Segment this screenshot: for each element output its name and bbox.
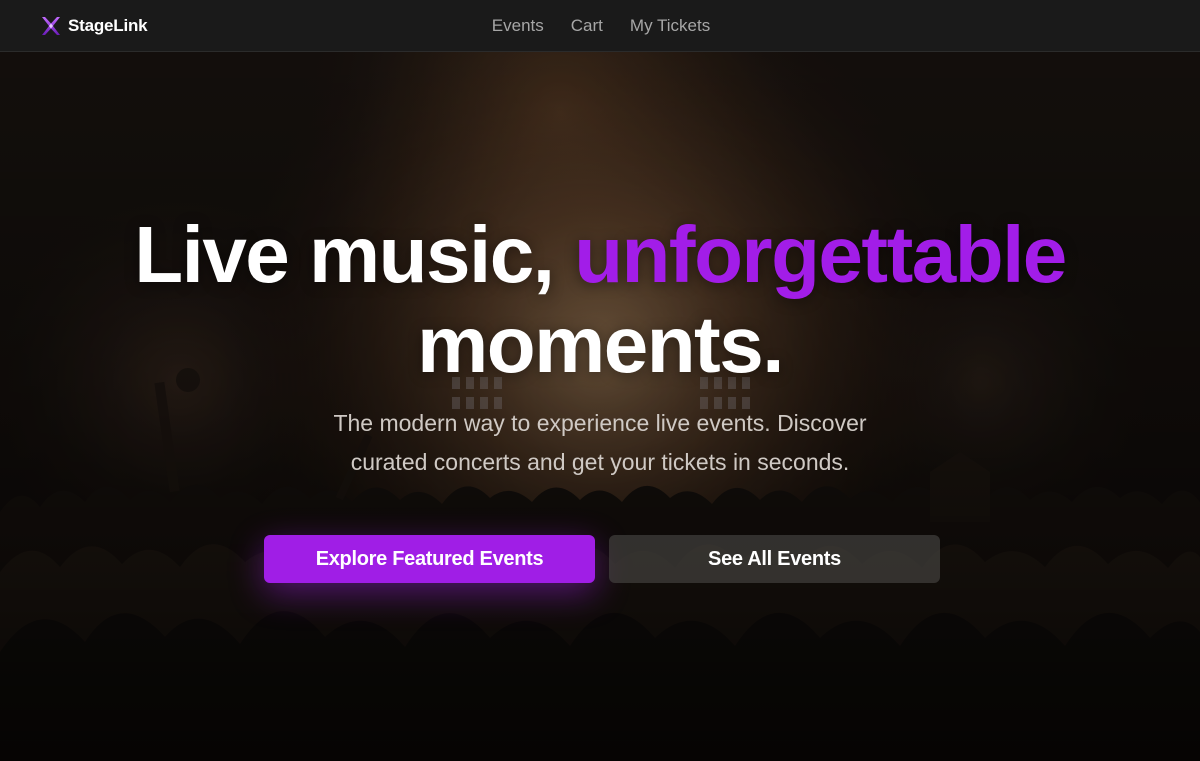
headline-text: Live music, xyxy=(134,210,575,299)
headline-text-line2: moments. xyxy=(417,300,784,389)
hero-headline: Live music, unforgettable moments. xyxy=(0,210,1200,390)
hero-section: Live music, unforgettable moments. The mo… xyxy=(0,52,1200,761)
hero-subheadline: The modern way to experience live events… xyxy=(333,410,867,475)
nav-link-events[interactable]: Events xyxy=(492,16,544,36)
headline-accent-text: unforgettable xyxy=(574,210,1067,299)
see-all-events-button[interactable]: See All Events xyxy=(609,535,940,583)
hero-content: Live music, unforgettable moments. The mo… xyxy=(0,52,1200,761)
main-nav: Events Cart My Tickets xyxy=(0,0,1200,52)
nav-link-cart[interactable]: Cart xyxy=(571,16,603,36)
nav-link-my-tickets[interactable]: My Tickets xyxy=(630,16,710,36)
top-navigation-bar: StageLink Events Cart My Tickets xyxy=(0,0,1200,52)
explore-featured-events-button[interactable]: Explore Featured Events xyxy=(264,535,595,583)
